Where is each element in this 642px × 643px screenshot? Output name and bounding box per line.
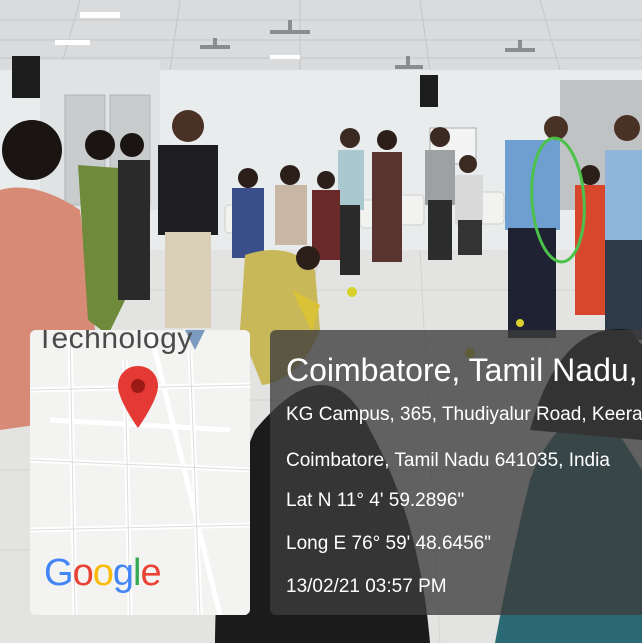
- ceiling-light: [270, 55, 300, 59]
- ceiling-light: [55, 40, 90, 45]
- location-info-panel: Coimbatore, Tamil Nadu, In KG Campus, 36…: [270, 330, 642, 615]
- map-thumbnail[interactable]: Technology Google: [30, 330, 250, 615]
- location-pin-icon: [118, 366, 158, 428]
- timestamp: 13/02/21 03:57 PM: [286, 576, 447, 597]
- ceiling: [0, 0, 642, 70]
- location-title: Coimbatore, Tamil Nadu, In: [286, 352, 642, 388]
- address-line-2: Coimbatore, Tamil Nadu 641035, India: [286, 450, 610, 471]
- photo-scene: Technology Google Coimbatore, Tamil Nadu…: [0, 0, 642, 643]
- address-line-1: KG Campus, 365, Thudiyalur Road, Keera: [286, 404, 642, 425]
- google-logo-letter: o: [92, 552, 114, 594]
- google-logo: Google: [44, 552, 162, 595]
- speaker: [420, 75, 438, 107]
- google-logo-letter: o: [72, 552, 94, 594]
- ceiling-light: [80, 12, 120, 18]
- ball: [347, 287, 357, 297]
- google-logo-letter: e: [140, 552, 161, 594]
- ball: [516, 319, 524, 327]
- map-partial-label: Technology: [36, 330, 193, 355]
- google-logo-letter: G: [44, 552, 74, 594]
- google-logo-letter: g: [112, 552, 134, 594]
- longitude: Long E 76° 59' 48.6456": [286, 533, 491, 554]
- speaker: [12, 56, 40, 98]
- latitude: Lat N 11° 4' 59.2896": [286, 490, 465, 511]
